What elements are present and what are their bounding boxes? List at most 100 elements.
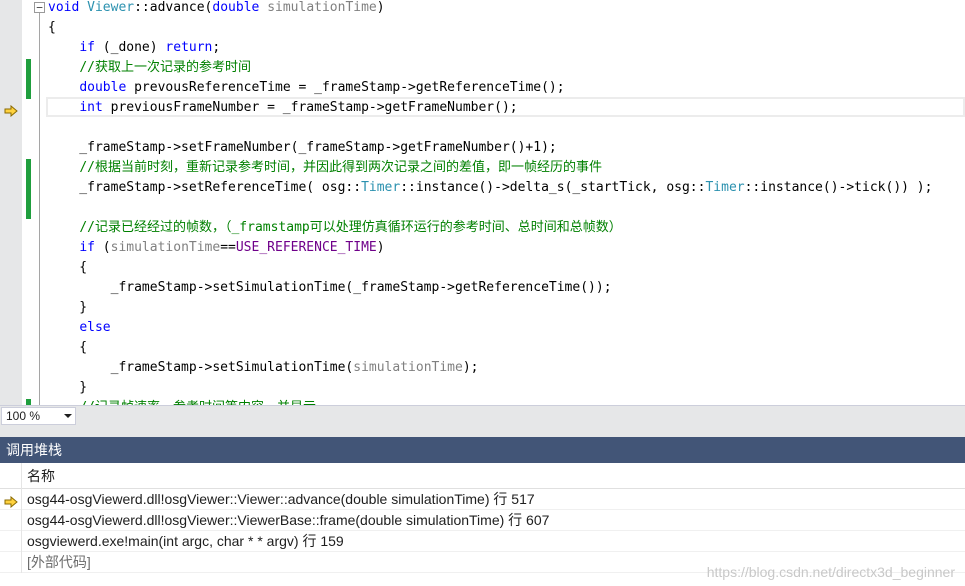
change-bar <box>26 79 31 99</box>
call-stack-row[interactable]: osg44-osgViewerd.dll!osgViewer::Viewer::… <box>0 489 965 510</box>
code-token: simulationTime <box>267 0 377 15</box>
code-token: void <box>48 0 88 15</box>
code-token: ) <box>376 240 385 255</box>
call-stack-panel: 名称 osg44-osgViewerd.dll!osgViewer::Viewe… <box>0 463 965 586</box>
code-token: ) <box>376 0 385 15</box>
chevron-down-icon[interactable] <box>64 414 72 418</box>
call-stack-row[interactable]: osgviewerd.exe!main(int argc, char * * a… <box>0 531 965 552</box>
code-line[interactable]: if (_done) return; <box>48 38 932 58</box>
code-token: double <box>79 80 127 95</box>
code-line[interactable]: { <box>48 258 932 278</box>
code-line[interactable]: else <box>48 318 932 338</box>
call-stack-row[interactable]: osg44-osgViewerd.dll!osgViewer::ViewerBa… <box>0 510 965 531</box>
row-margin <box>0 531 22 552</box>
code-token: //记录已经经过的帧数，（_framstamp可以处理仿真循环运行的参考时间、总… <box>79 220 622 235</box>
code-token: //获取上一次记录的参考时间 <box>79 60 251 75</box>
row-margin <box>0 510 22 531</box>
code-token: == <box>220 240 236 255</box>
code-token: prevousReferenceTime = _frameStamp->getR… <box>126 80 565 95</box>
code-line[interactable]: _frameStamp->setSimulationTime(_frameSta… <box>48 278 932 298</box>
code-line[interactable]: { <box>48 338 932 358</box>
change-bar <box>26 199 31 219</box>
zoom-combo[interactable]: 100 % <box>1 407 76 425</box>
code-token: ; <box>212 40 221 55</box>
outline-guide <box>39 13 40 405</box>
code-token: _frameStamp->setFrameNumber(_frameStamp-… <box>48 140 557 155</box>
code-line[interactable] <box>48 198 932 218</box>
code-lines[interactable]: void Viewer::advance(double simulationTi… <box>48 0 932 405</box>
code-token: USE_REFERENCE_TIME <box>235 240 377 255</box>
code-token: ::instance()->delta_s(_startTick, osg:: <box>400 180 706 195</box>
code-token: simulationTime <box>353 360 463 375</box>
code-token: //根据当前时刻，重新记录参考时间，并因此得到两次记录之间的差值，即一帧经历的事… <box>79 160 602 175</box>
code-line[interactable]: { <box>48 18 932 38</box>
code-token: ::instance()->tick()) ); <box>744 180 933 195</box>
code-token: { <box>48 260 88 275</box>
code-token: else <box>79 320 111 335</box>
code-line[interactable]: _frameStamp->setFrameNumber(_frameStamp-… <box>48 138 932 158</box>
row-margin <box>0 489 22 510</box>
code-token: Timer <box>361 180 401 195</box>
call-stack-frame: [外部代码] <box>27 554 91 570</box>
code-token: int <box>79 100 103 115</box>
code-token: { <box>48 340 88 355</box>
code-line[interactable]: //根据当前时刻，重新记录参考时间，并因此得到两次记录之间的差值，即一帧经历的事… <box>48 158 932 178</box>
code-token: } <box>48 300 88 315</box>
watermark: https://blog.csdn.net/directx3d_beginner <box>706 564 955 580</box>
code-token: simulationTime <box>110 240 221 255</box>
call-stack-frame: osg44-osgViewerd.dll!osgViewer::Viewer::… <box>27 491 535 507</box>
code-token: double <box>212 0 268 15</box>
code-token: Timer <box>705 180 745 195</box>
code-token: ::advance( <box>134 0 213 15</box>
code-token: _frameStamp->setSimulationTime( <box>48 360 354 375</box>
code-line[interactable] <box>48 118 932 138</box>
code-token: return <box>165 40 213 55</box>
call-stack-frame: osgviewerd.exe!main(int argc, char * * a… <box>27 533 344 549</box>
column-header-name[interactable]: 名称 <box>27 463 55 489</box>
code-line[interactable]: } <box>48 298 932 318</box>
code-token: { <box>48 20 56 35</box>
panel-title: 调用堆栈 <box>6 442 62 458</box>
collapse-toggle[interactable]: − <box>34 2 45 13</box>
code-line[interactable]: _frameStamp->setReferenceTime( osg::Time… <box>48 178 932 198</box>
change-bar <box>26 179 31 199</box>
code-line[interactable]: //记录帧速率，参考时间等内容，并显示 <box>48 398 932 405</box>
code-line[interactable]: if (simulationTime==USE_REFERENCE_TIME) <box>48 238 932 258</box>
grid-header: 名称 <box>0 463 965 489</box>
call-stack-frame: osg44-osgViewerd.dll!osgViewer::ViewerBa… <box>27 512 550 528</box>
change-bar <box>26 159 31 179</box>
code-line[interactable]: } <box>48 378 932 398</box>
code-token: (_done) <box>94 40 166 55</box>
code-line[interactable]: //获取上一次记录的参考时间 <box>48 58 932 78</box>
code-line[interactable]: double prevousReferenceTime = _frameStam… <box>48 78 932 98</box>
code-token: ( <box>94 240 111 255</box>
code-line[interactable]: _frameStamp->setSimulationTime(simulatio… <box>48 358 932 378</box>
change-bar <box>26 59 31 79</box>
code-token: _frameStamp->setSimulationTime(_frameSta… <box>48 280 612 295</box>
code-editor[interactable]: − void Viewer::advance(double simulation… <box>0 0 965 405</box>
zoom-value: 100 % <box>6 409 41 423</box>
code-token: if <box>79 40 95 55</box>
code-token: previousFrameNumber = _frameStamp->getFr… <box>102 100 518 115</box>
code-line[interactable]: //记录已经经过的帧数，（_framstamp可以处理仿真循环运行的参考时间、总… <box>48 218 932 238</box>
instruction-pointer-icon <box>4 102 18 118</box>
indicator-margin[interactable] <box>0 0 22 405</box>
row-margin <box>0 552 22 573</box>
code-token: Viewer <box>87 0 135 15</box>
code-line[interactable]: void Viewer::advance(double simulationTi… <box>48 0 932 18</box>
zoom-bar: 100 % <box>0 405 965 426</box>
panel-divider <box>0 426 965 437</box>
code-line[interactable]: int previousFrameNumber = _frameStamp->g… <box>48 98 932 118</box>
code-token: } <box>48 380 88 395</box>
code-token: _frameStamp->setReferenceTime( osg:: <box>48 180 362 195</box>
code-token: if <box>79 240 95 255</box>
call-stack-header: 调用堆栈 <box>0 437 965 463</box>
